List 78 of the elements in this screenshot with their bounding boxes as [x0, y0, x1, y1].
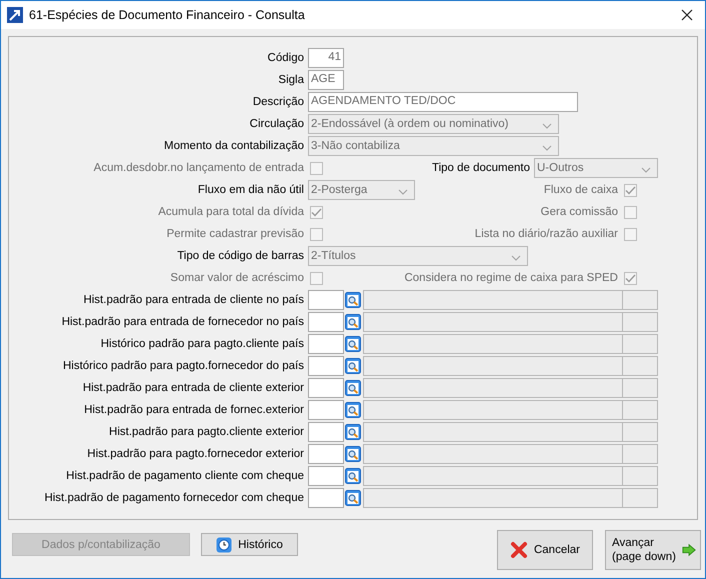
readonly-field: [622, 356, 658, 376]
readonly-field: [622, 444, 658, 464]
field-label: Hist.padrão para entrada de cliente no país: [82, 294, 304, 306]
search-icon[interactable]: [345, 292, 361, 308]
checkbox-label: Permite cadastrar previsão: [166, 228, 304, 240]
chevron-down-icon: [542, 144, 552, 150]
readonly-field: [622, 312, 658, 332]
next-button[interactable]: Avançar (page down): [605, 530, 701, 570]
field-label: Hist.padrão para entrada de cliente exterior: [82, 382, 304, 394]
history-button[interactable]: Histórico: [201, 533, 298, 556]
search-icon[interactable]: [345, 424, 361, 440]
search-icon[interactable]: [345, 402, 361, 418]
checkbox-label: Somar valor de acréscimo: [169, 272, 304, 284]
input-field[interactable]: AGE: [308, 70, 344, 90]
clock-icon: [216, 536, 232, 552]
field-label: Tipo de documento: [432, 162, 530, 174]
readonly-field: [622, 290, 658, 310]
search-icon[interactable]: [345, 358, 361, 374]
input-field[interactable]: [308, 290, 344, 310]
checkbox-label: Considera no regime de caixa para SPED: [404, 272, 618, 284]
checkbox-label: Lista no diário/razão auxiliar: [474, 228, 618, 240]
input-field[interactable]: 41: [308, 48, 344, 68]
search-icon[interactable]: [345, 468, 361, 484]
input-field[interactable]: [308, 400, 344, 420]
chevron-down-icon: [641, 166, 651, 172]
field-label: Hist.padrão de pagamento cliente com cheque: [65, 470, 304, 482]
input-field[interactable]: [308, 422, 344, 442]
search-icon[interactable]: [345, 490, 361, 506]
input-field[interactable]: [308, 466, 344, 486]
input-field[interactable]: [308, 444, 344, 464]
search-icon[interactable]: [345, 446, 361, 462]
close-icon[interactable]: [681, 9, 693, 21]
dropdown-field[interactable]: U-Outros: [534, 158, 658, 178]
search-icon[interactable]: [345, 380, 361, 396]
readonly-field: [622, 466, 658, 486]
input-field[interactable]: [308, 488, 344, 508]
field-label: Histórico padrão para pagto.fornecedor do país: [62, 360, 304, 372]
cancel-button[interactable]: Cancelar: [497, 530, 593, 570]
input-field[interactable]: [308, 356, 344, 376]
checkbox-label: Gera comissão: [540, 206, 618, 218]
input-field[interactable]: [308, 334, 344, 354]
dropdown-field[interactable]: 2-Títulos: [308, 246, 528, 266]
readonly-field: [622, 400, 658, 420]
search-icon[interactable]: [345, 314, 361, 330]
field-label: Fluxo em dia não útil: [196, 184, 304, 196]
dropdown-field[interactable]: 2-Posterga: [308, 180, 415, 200]
field-label: Hist.padrão para entrada de fornec.exterior: [83, 404, 304, 416]
app-icon: [7, 7, 23, 23]
field-label: Descrição: [252, 96, 304, 108]
dropdown-field[interactable]: 3-Não contabiliza: [308, 136, 559, 156]
field-label: Sigla: [277, 74, 304, 86]
readonly-field: [622, 378, 658, 398]
field-label: Hist.padrão para pagto.cliente exterior: [108, 426, 304, 438]
field-label: Circulação: [248, 118, 304, 130]
chevron-down-icon: [398, 188, 408, 194]
cross-icon: [510, 541, 528, 559]
readonly-field: [622, 334, 658, 354]
input-field[interactable]: AGENDAMENTO TED/DOC: [308, 92, 578, 112]
checkbox-label: Fluxo de caixa: [544, 184, 618, 196]
window-title: 61-Espécies de Documento Financeiro - Consulta: [29, 8, 306, 22]
input-field[interactable]: [308, 378, 344, 398]
readonly-field: [622, 488, 658, 508]
chevron-down-icon: [511, 254, 521, 260]
field-label: Momento da contabilização: [163, 140, 304, 152]
readonly-field: [622, 422, 658, 442]
field-label: Hist.padrão para pagto.fornecedor exterior: [86, 448, 304, 460]
dropdown-field[interactable]: 2-Endossável (à ordem ou nominativo): [308, 114, 559, 134]
search-icon[interactable]: [345, 336, 361, 352]
field-label: Tipo de código de barras: [176, 250, 304, 262]
field-label: Hist.padrão para entrada de fornecedor no país: [60, 316, 304, 328]
chevron-down-icon: [542, 122, 552, 128]
checkbox-label: Acum.desdobr.no lançamento de entrada: [92, 162, 304, 174]
checkbox-label: Acumula para total da dívida: [157, 206, 304, 218]
field-label: Hist.padrão de pagamento fornecedor com cheque: [43, 492, 304, 504]
field-label: Código: [266, 52, 304, 64]
field-label: Histórico padrão para pagto.cliente país: [100, 338, 304, 350]
input-field[interactable]: [308, 312, 344, 332]
arrow-right-icon: [682, 543, 696, 557]
